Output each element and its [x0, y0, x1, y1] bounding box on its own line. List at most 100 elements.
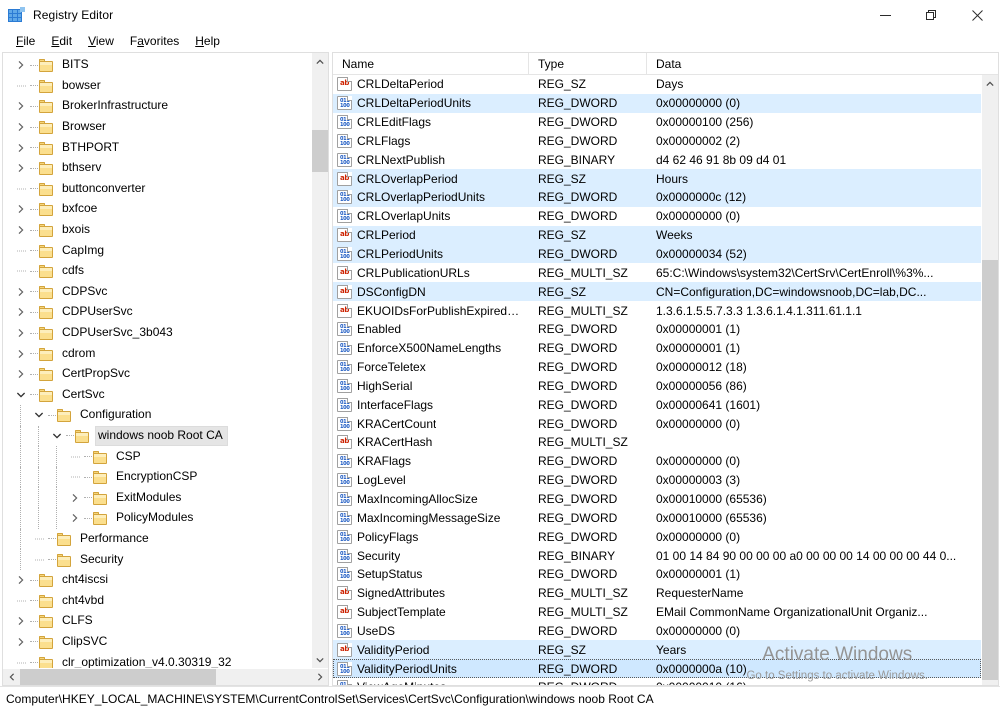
registry-value-row[interactable]: 011 100 InterfaceFlags REG_DWORD 0x00000641 …: [333, 395, 981, 414]
tree-item-bits[interactable]: BITS: [3, 55, 311, 76]
registry-value-row[interactable]: 011 100 ForceTeletex REG_DWORD 0x00000012 (1…: [333, 358, 981, 377]
tree-item-clfs[interactable]: CLFS: [3, 611, 311, 632]
chevron-down-icon[interactable]: [13, 387, 29, 403]
tree-item-configuration[interactable]: Configuration: [3, 405, 311, 426]
registry-value-row[interactable]: 011 100 HighSerial REG_DWORD 0x00000056 (86): [333, 377, 981, 396]
tree-item-performance[interactable]: Performance: [3, 528, 311, 550]
tree-item-cdfs[interactable]: cdfs: [3, 261, 311, 282]
registry-value-row[interactable]: 011 100 MaxIncomingAllocSize REG_DWORD 0x000…: [333, 490, 981, 509]
menu-help[interactable]: Help: [187, 32, 228, 51]
registry-value-row[interactable]: ab CRLOverlapPeriod REG_SZ Hours: [333, 169, 981, 189]
tree-scroll-track[interactable]: [312, 70, 328, 651]
chevron-right-icon[interactable]: [13, 119, 29, 135]
tree-item-policymodules[interactable]: PolicyModules: [3, 508, 311, 529]
chevron-right-icon[interactable]: [13, 57, 29, 73]
registry-value-row[interactable]: 011 100 CRLFlags REG_DWORD 0x00000002 (2): [333, 132, 981, 151]
registry-value-row[interactable]: 011 100 UseDS REG_DWORD 0x00000000 (0): [333, 621, 981, 640]
tree-item-browser[interactable]: Browser: [3, 117, 311, 138]
registry-value-row[interactable]: 011 100 SetupStatus REG_DWORD 0x00000001 (1): [333, 565, 981, 584]
menu-view[interactable]: View: [80, 32, 122, 51]
registry-value-row[interactable]: 011 100 MaxIncomingMessageSize REG_DWORD 0x0…: [333, 508, 981, 527]
tree-item-cdpsvc[interactable]: CDPSvc: [3, 282, 311, 303]
tree-item-certpropsvc[interactable]: CertPropSvc: [3, 364, 311, 385]
registry-value-row[interactable]: 011 100 EnforceX500NameLengths REG_DWORD 0x0…: [333, 339, 981, 358]
registry-value-row[interactable]: 011 100 LogLevel REG_DWORD 0x00000003 (3): [333, 471, 981, 490]
tree-vertical-scrollbar[interactable]: [311, 53, 328, 668]
column-header-type[interactable]: Type: [529, 53, 647, 74]
registry-value-row[interactable]: ab KRACertHash REG_MULTI_SZ: [333, 433, 981, 452]
restore-button[interactable]: [908, 0, 954, 30]
registry-value-row[interactable]: 011 100 Security REG_BINARY 01 00 14 84 90 0…: [333, 546, 981, 565]
tree-horizontal-scrollbar[interactable]: [3, 668, 328, 685]
registry-value-row[interactable]: ab SignedAttributes REG_MULTI_SZ RequesterN…: [333, 584, 981, 603]
tree-scroll-down-button[interactable]: [312, 651, 328, 668]
tree-item-cht4iscsi[interactable]: cht4iscsi: [3, 570, 311, 591]
tree-item-windows-noob-root-ca[interactable]: windows noob Root CA: [3, 425, 311, 447]
tree-item-encryptioncsp[interactable]: EncryptionCSP: [3, 466, 311, 488]
registry-values-list[interactable]: ab CRLDeltaPeriod REG_SZ Days 011 100 CRLDelta…: [333, 75, 981, 685]
tree-scroll-left-button[interactable]: [3, 669, 20, 685]
chevron-right-icon[interactable]: [67, 490, 83, 506]
registry-value-row[interactable]: 011 100 CRLPeriodUnits REG_DWORD 0x00000034 …: [333, 244, 981, 264]
tree-item-cdpusersvc-3b043[interactable]: CDPUserSvc_3b043: [3, 323, 311, 344]
tree-item-exitmodules[interactable]: ExitModules: [3, 487, 311, 509]
registry-tree[interactable]: BITS bowser BrokerInfrastructure Browser BTH…: [3, 53, 311, 668]
chevron-right-icon[interactable]: [13, 98, 29, 114]
tree-item-bxfcoe[interactable]: bxfcoe: [3, 199, 311, 220]
list-scroll-up-button[interactable]: [982, 75, 998, 92]
tree-item-bthserv[interactable]: bthserv: [3, 158, 311, 179]
chevron-right-icon[interactable]: [13, 284, 29, 300]
chevron-right-icon[interactable]: [13, 634, 29, 650]
list-scroll-track[interactable]: [982, 92, 998, 680]
registry-value-row[interactable]: 011 100 CRLOverlapPeriodUnits REG_DWORD 0x00…: [333, 188, 981, 207]
menu-favorites[interactable]: Favorites: [122, 32, 187, 51]
registry-value-row[interactable]: ab SubjectTemplate REG_MULTI_SZ EMail Commo…: [333, 603, 981, 622]
minimize-button[interactable]: [862, 0, 908, 30]
chevron-right-icon[interactable]: [13, 140, 29, 156]
tree-hscroll-thumb[interactable]: [20, 669, 216, 685]
tree-item-bxois[interactable]: bxois: [3, 220, 311, 241]
tree-item-brokerinfrastructure[interactable]: BrokerInfrastructure: [3, 96, 311, 117]
chevron-right-icon[interactable]: [13, 201, 29, 217]
registry-value-row[interactable]: 011 100 CRLOverlapUnits REG_DWORD 0x00000000…: [333, 207, 981, 226]
chevron-right-icon[interactable]: [13, 346, 29, 362]
tree-item-cdpusersvc[interactable]: CDPUserSvc: [3, 302, 311, 323]
tree-hscroll-track[interactable]: [20, 669, 311, 685]
tree-item-cht4vbd[interactable]: cht4vbd: [3, 590, 311, 611]
tree-item-clipsvc[interactable]: ClipSVC: [3, 632, 311, 653]
tree-scroll-thumb[interactable]: [312, 130, 328, 172]
tree-item-bowser[interactable]: bowser: [3, 76, 311, 97]
close-button[interactable]: [954, 0, 1000, 30]
tree-item-cdrom[interactable]: cdrom: [3, 343, 311, 364]
registry-value-row[interactable]: ab CRLPublicationURLs REG_MULTI_SZ 65:C:\Wi…: [333, 263, 981, 282]
registry-value-row[interactable]: 011 100 CRLDeltaPeriodUnits REG_DWORD 0x0000…: [333, 93, 981, 113]
list-vertical-scrollbar[interactable]: [981, 75, 998, 685]
chevron-right-icon[interactable]: [67, 510, 83, 526]
chevron-right-icon[interactable]: [13, 304, 29, 320]
registry-value-row[interactable]: 011100 ViewAgeMinutes REG_DWORD0x00000010 …: [333, 678, 981, 685]
registry-value-row[interactable]: ab CRLPeriod REG_SZ Weeks: [333, 225, 981, 245]
chevron-right-icon[interactable]: [13, 160, 29, 176]
tree-scroll-up-button[interactable]: [312, 53, 328, 70]
chevron-right-icon[interactable]: [13, 613, 29, 629]
chevron-right-icon[interactable]: [13, 572, 29, 588]
chevron-down-icon[interactable]: [31, 407, 47, 423]
tree-item-clr-optimization-v4-0-30319-32[interactable]: clr_optimization_v4.0.30319_32: [3, 652, 311, 668]
tree-item-capimg[interactable]: CapImg: [3, 240, 311, 261]
registry-value-row[interactable]: 011 100 CRLNextPublish REG_BINARY d4 62 46 9…: [333, 150, 981, 169]
tree-scroll-right-button[interactable]: [311, 669, 328, 685]
menu-edit[interactable]: Edit: [43, 32, 80, 51]
tree-item-buttonconverter[interactable]: buttonconverter: [3, 179, 311, 200]
tree-item-bthport[interactable]: BTHPORT: [3, 137, 311, 158]
tree-item-security[interactable]: Security: [3, 549, 311, 570]
chevron-down-icon[interactable]: [49, 428, 65, 444]
chevron-right-icon[interactable]: [13, 325, 29, 341]
chevron-right-icon[interactable]: [13, 222, 29, 238]
registry-value-row[interactable]: ab EKUOIDsForPublishExpiredCertI... REG_MU…: [333, 301, 981, 320]
registry-value-row[interactable]: 011 100 ValidityPeriodUnits REG_DWORD 0x0000…: [333, 659, 981, 678]
registry-value-row[interactable]: ab ValidityPeriod REG_SZ Years: [333, 640, 981, 660]
column-header-name[interactable]: Name: [333, 53, 529, 74]
menu-file[interactable]: File: [8, 32, 43, 51]
tree-item-certsvc[interactable]: CertSvc: [3, 385, 311, 406]
registry-value-row[interactable]: 011 100 CRLEditFlags REG_DWORD 0x00000100 (2…: [333, 113, 981, 132]
